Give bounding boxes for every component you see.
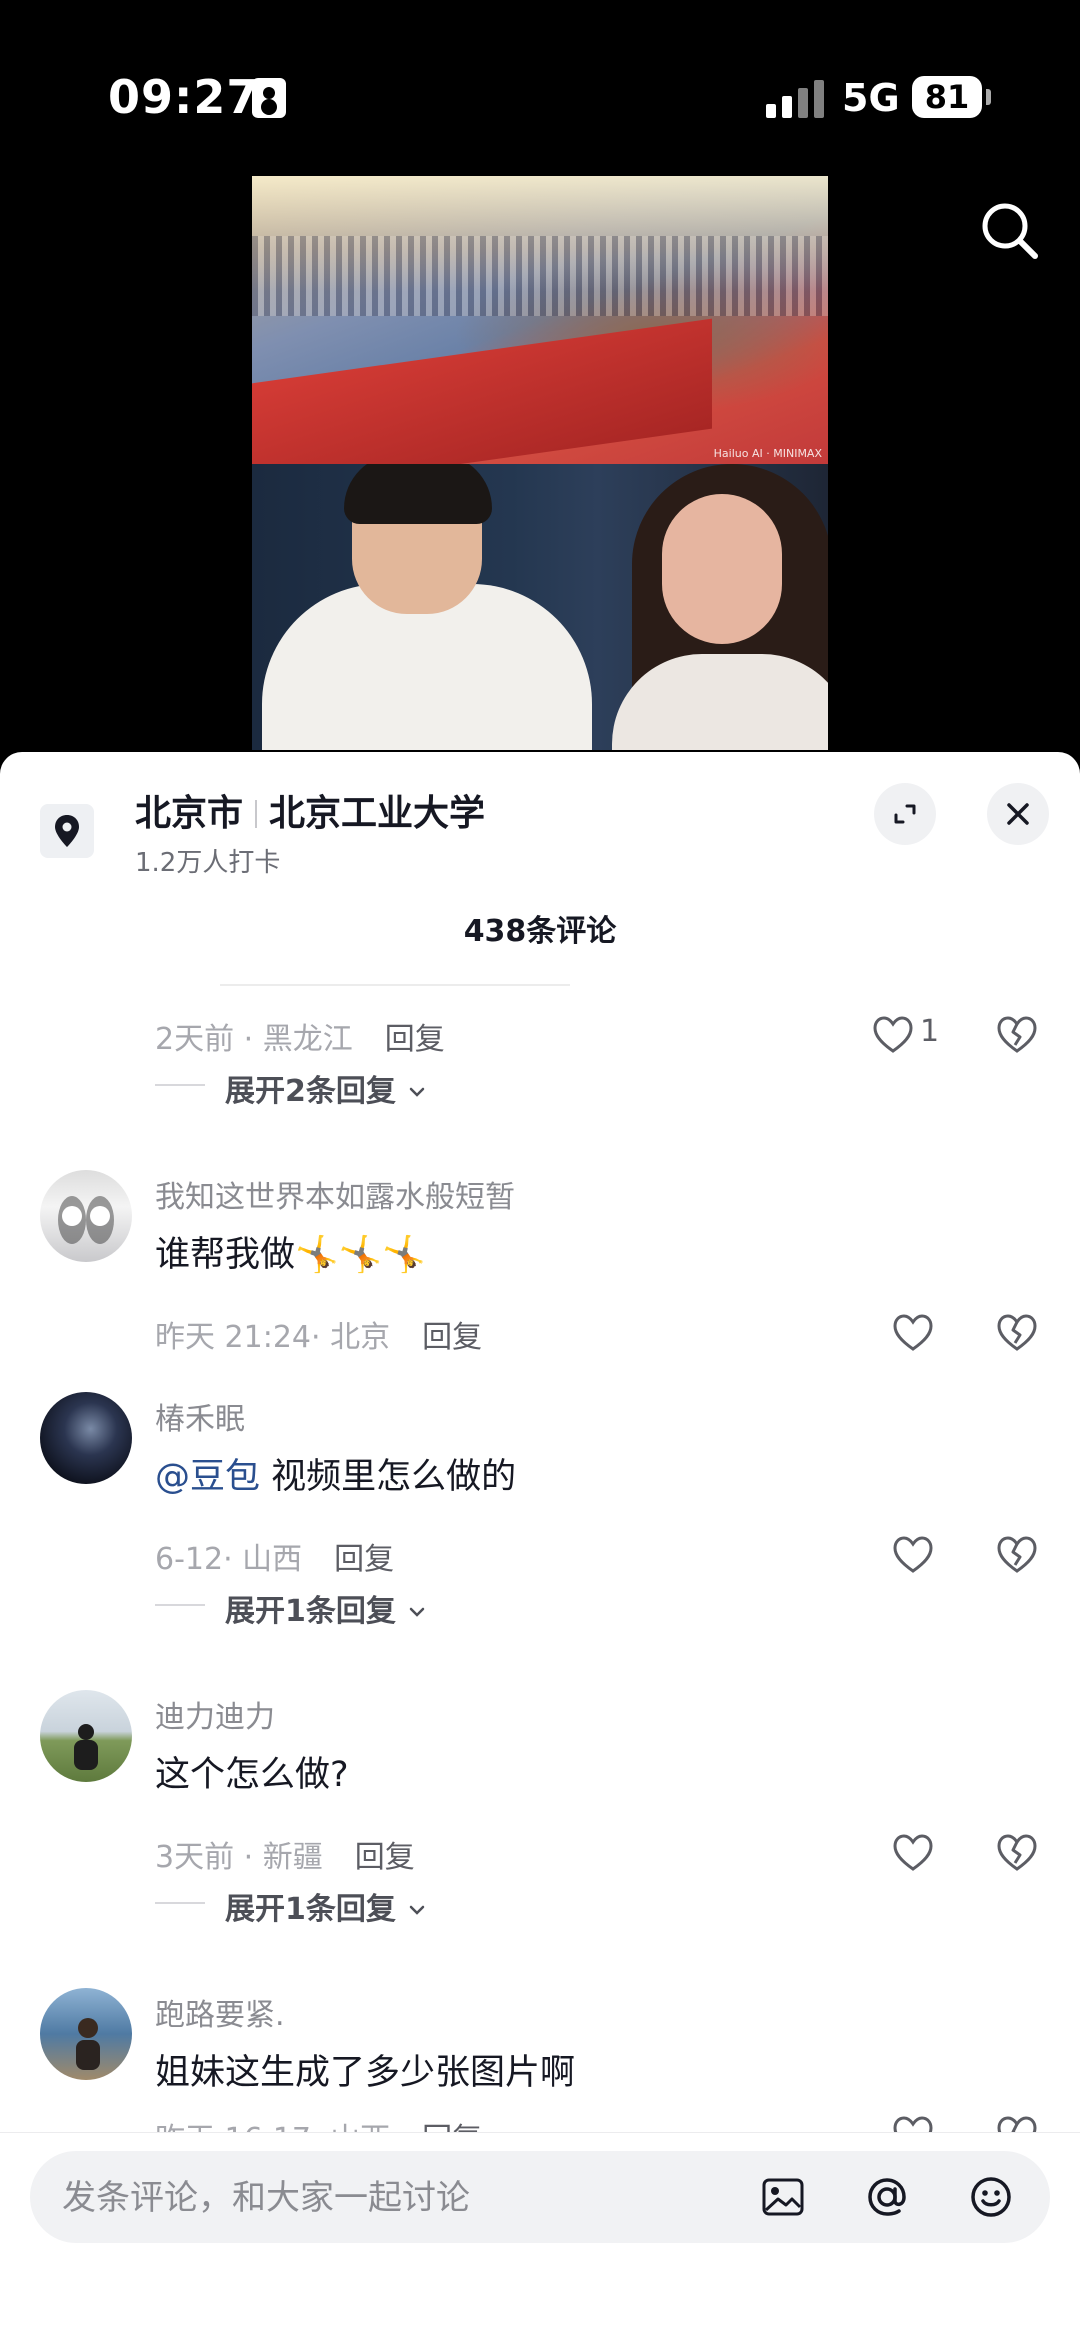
avatar[interactable] <box>40 1690 132 1782</box>
focus-mode-icon <box>252 78 286 118</box>
avatar[interactable] <box>40 1170 132 1262</box>
reply-button[interactable]: 回复 <box>385 1022 445 1057</box>
heart-icon[interactable] <box>890 1310 936 1356</box>
comment-username[interactable]: 迪力迪力 <box>155 1692 275 1736</box>
stadium-railing <box>252 318 712 464</box>
avatar[interactable] <box>40 1988 132 2080</box>
reply-button[interactable]: 回复 <box>422 1320 482 1355</box>
expand-button[interactable] <box>874 783 936 845</box>
comment-text: 这个怎么做? <box>155 1755 349 1795</box>
comment-text: 姐妹这生成了多少张图片啊 <box>155 2053 576 2093</box>
comment-input-bar <box>0 2132 1080 2345</box>
expand-replies-button[interactable]: 展开1条回复 <box>225 1884 428 1928</box>
comment-username[interactable]: 椿禾眠 <box>155 1394 245 1438</box>
chevron-down-icon <box>410 1905 425 1915</box>
like-count: 1 <box>920 1014 940 1049</box>
close-button[interactable] <box>987 783 1049 845</box>
broken-heart-icon[interactable] <box>994 1012 1040 1058</box>
status-bar: 09:27 5G 81 <box>0 0 1080 180</box>
heart-icon[interactable] <box>890 1532 936 1578</box>
comments-sheet: 北京市 北京工业大学 1.2万人打卡 438条评论 2天前 · 黑龙江 回复 1 展… <box>0 752 1080 2345</box>
comment-meta: 6-12· 山西 回复 <box>155 1542 395 1577</box>
comment-meta: 3天前 · 新疆 回复 <box>155 1840 415 1875</box>
comment-meta: 2天前 · 黑龙江 回复 <box>155 1022 445 1057</box>
video-frame-top[interactable]: Hailuo AI · MINIMAX <box>252 176 828 464</box>
comment-input-box <box>30 2151 1050 2245</box>
chevron-down-icon <box>410 1087 425 1097</box>
comment-text: @豆包 视频里怎么做的 <box>155 1457 517 1497</box>
broken-heart-icon[interactable] <box>994 1830 1040 1876</box>
comment-username[interactable]: 我知这世界本如露水般短暂 <box>155 1172 515 1216</box>
location-pin-icon <box>40 804 94 858</box>
search-button[interactable] <box>975 196 1045 266</box>
avatar[interactable] <box>40 1392 132 1484</box>
expand-icon <box>894 804 916 824</box>
close-icon <box>1007 803 1029 825</box>
location-place: 北京工业大学 <box>269 793 486 834</box>
location-title[interactable]: 北京市 北京工业大学 <box>135 784 485 836</box>
heart-icon[interactable] <box>870 1012 916 1058</box>
comment-text: 谁帮我做🤸🤸🤸 <box>155 1235 426 1275</box>
comment-input[interactable] <box>60 2151 744 2245</box>
expand-line <box>155 1604 205 1606</box>
comments-count: 438条评论 <box>463 914 617 949</box>
video-frame-bottom[interactable] <box>252 464 828 750</box>
comment-meta: 昨天 21:24· 北京 回复 <box>155 1320 483 1355</box>
location-separator <box>255 800 258 828</box>
comment-username[interactable]: 跑路要紧. <box>155 1990 285 2034</box>
status-time: 09:27 <box>108 70 260 124</box>
battery-level: 81 <box>912 76 991 118</box>
location-checkins: 1.2万人打卡 <box>135 848 281 878</box>
heart-icon[interactable] <box>890 1830 936 1876</box>
chevron-down-icon <box>410 1607 425 1617</box>
at-icon[interactable] <box>862 2172 912 2222</box>
expand-replies-button[interactable]: 展开2条回复 <box>225 1066 428 1110</box>
location-city: 北京市 <box>135 793 244 834</box>
reply-button[interactable]: 回复 <box>355 1840 415 1875</box>
person-hair <box>344 464 492 524</box>
expand-line <box>155 1902 205 1904</box>
expand-replies-button[interactable]: 展开1条回复 <box>225 1586 428 1630</box>
comment-emoji: 🤸🤸🤸 <box>295 1235 426 1275</box>
mention-link[interactable]: @豆包 <box>155 1457 260 1497</box>
crowd-area <box>252 236 828 316</box>
search-icon <box>982 203 1038 259</box>
broken-heart-icon[interactable] <box>994 1310 1040 1356</box>
network-type: 5G <box>842 76 900 120</box>
emoji-icon[interactable] <box>966 2172 1016 2222</box>
reply-button[interactable]: 回复 <box>334 1542 394 1577</box>
expand-line <box>155 1084 205 1086</box>
signal-icon <box>766 80 826 118</box>
video-watermark: Hailuo AI · MINIMAX <box>713 447 822 460</box>
broken-heart-icon[interactable] <box>994 1532 1040 1578</box>
divider <box>220 984 570 986</box>
image-icon[interactable] <box>758 2172 808 2222</box>
person-face <box>662 494 782 644</box>
